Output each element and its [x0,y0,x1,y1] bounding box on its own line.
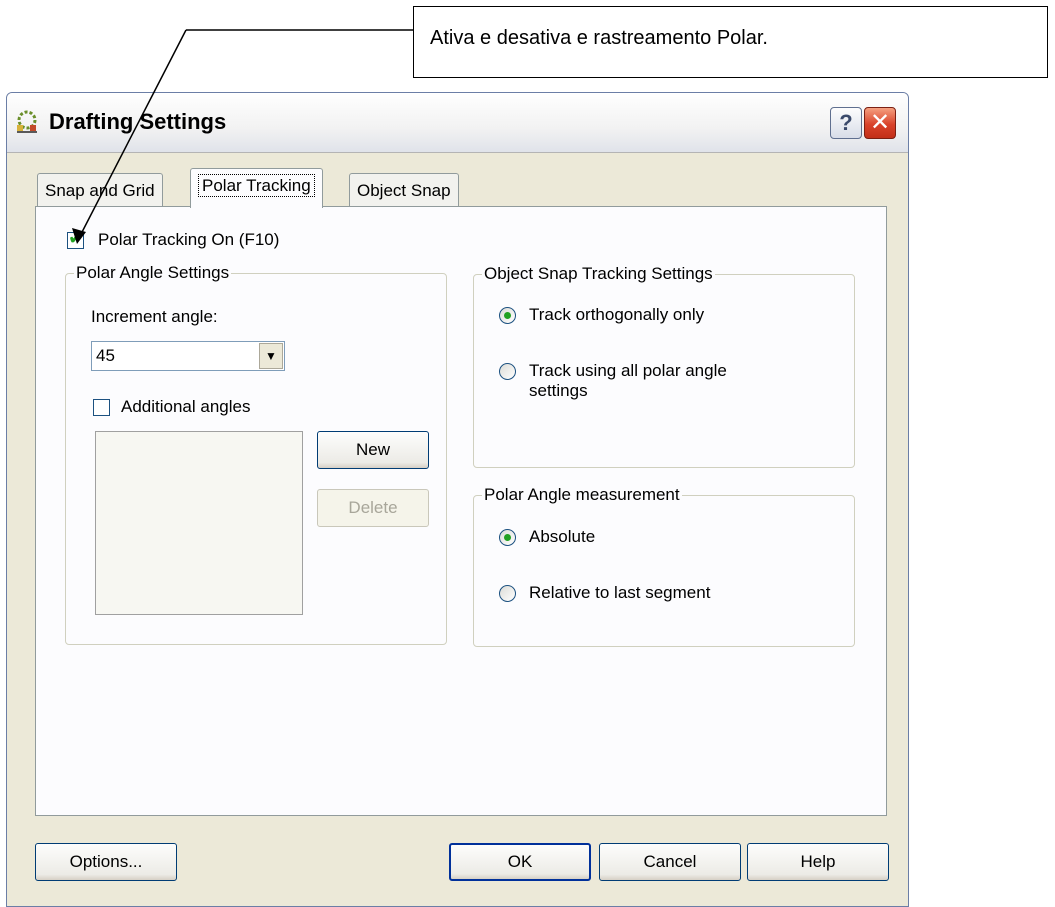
tab-object-snap[interactable]: Object Snap [349,173,459,207]
tab-label: Snap and Grid [45,181,155,200]
track-all-polar-radio[interactable] [499,363,516,380]
radio-dot-icon [504,534,511,541]
close-button[interactable]: ✕ [864,107,896,139]
tab-polar-tracking[interactable]: Polar Tracking [190,168,323,208]
window-title: Drafting Settings [49,109,227,134]
callout-box: Ativa e desativa e rastreamento Polar. [413,6,1048,78]
group-title: Polar Angle measurement [484,485,680,504]
help-button[interactable]: Help [747,843,889,881]
callout-text: Ativa e desativa e rastreamento Polar. [430,27,768,49]
tab-label: Object Snap [357,181,451,200]
additional-angles-checkbox[interactable] [93,399,110,416]
question-icon: ? [839,110,853,135]
group-title: Object Snap Tracking Settings [484,264,713,283]
delete-button[interactable]: Delete [317,489,429,527]
checkmark-icon: ✔ [68,228,84,249]
increment-angle-label: Increment angle: [91,307,218,326]
absolute-label[interactable]: Absolute [529,527,595,547]
options-button[interactable]: Options... [35,843,177,881]
close-icon: ✕ [869,109,891,136]
radio-dot-icon [504,312,511,319]
drafting-settings-dialog: Drafting Settings ? ✕ Snap and Grid Pola… [6,92,909,907]
increment-angle-select[interactable]: 45 ▼ [91,341,285,371]
additional-angles-list[interactable] [95,431,303,615]
track-orthogonally-label[interactable]: Track orthogonally only [529,305,704,325]
polar-angle-measurement-group: Polar Angle measurement [473,485,855,647]
relative-last-segment-label[interactable]: Relative to last segment [529,583,710,603]
cancel-button[interactable]: Cancel [599,843,741,881]
increment-angle-value: 45 [96,346,115,365]
new-button[interactable]: New [317,431,429,469]
tab-snap-and-grid[interactable]: Snap and Grid [37,173,163,207]
track-all-polar-label[interactable]: Track using all polar angle settings [529,361,727,401]
absolute-radio[interactable] [499,529,516,546]
drafting-app-icon [17,110,37,133]
group-title: Polar Angle Settings [76,263,230,282]
track-orthogonally-radio[interactable] [499,307,516,324]
tab-label: Polar Tracking [198,174,315,197]
ok-button[interactable]: OK [449,843,591,881]
help-title-button[interactable]: ? [830,107,862,139]
polar-tracking-on-label[interactable]: Polar Tracking On (F10) [98,230,279,250]
chevron-down-icon[interactable]: ▼ [259,343,283,369]
additional-angles-label[interactable]: Additional angles [121,397,250,417]
relative-last-segment-radio[interactable] [499,585,516,602]
title-bar[interactable]: Drafting Settings ? ✕ [7,93,908,153]
polar-tracking-on-checkbox[interactable]: ✔ [67,228,84,249]
